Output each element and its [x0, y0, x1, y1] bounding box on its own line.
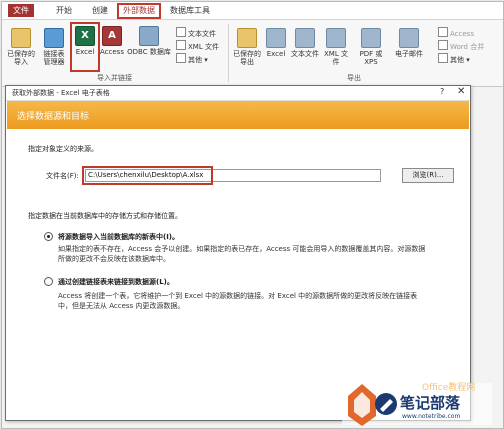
- watermark-url: www.notetribe.com: [402, 413, 461, 420]
- option2-desc-line1: Access 将创建一个表，它将维护一个到 Excel 中的源数据的链接。对 E…: [58, 292, 418, 300]
- option1-desc-line2: 所做的更改不会反映在该数据库中。: [58, 255, 170, 263]
- word-merge-label: Word 合并: [450, 43, 485, 51]
- close-button[interactable]: ✕: [457, 86, 465, 97]
- saved-export-button[interactable]: 已保存的 导出: [232, 28, 262, 66]
- link-manager-button[interactable]: 链接表 管理器: [39, 28, 69, 66]
- tab-start[interactable]: 开始: [52, 4, 76, 17]
- export-folder-icon: [237, 28, 257, 48]
- xml-icon: [176, 40, 186, 50]
- filename-label: 文件名(F):: [46, 172, 79, 180]
- tab-file[interactable]: 文件: [8, 4, 34, 17]
- text-file-button[interactable]: 文本文件: [176, 27, 216, 38]
- access-export-icon: [438, 27, 448, 37]
- option2-desc-line2: 中，但是无法从 Access 内更改源数据。: [58, 302, 185, 310]
- export-excel-label: Excel: [266, 50, 286, 58]
- source-label: 指定对象定义的来源。: [28, 145, 98, 153]
- excel-export-icon: [266, 28, 286, 48]
- ribbon-tab-bar: 文件 开始 创建 外部数据 数据库工具: [2, 2, 503, 20]
- access-label: Access: [100, 48, 124, 56]
- export-access-label: Access: [450, 30, 474, 38]
- more-import-button[interactable]: 其他 ▾: [176, 53, 208, 64]
- database-icon: [139, 26, 159, 46]
- word-merge-button[interactable]: Word 合并: [438, 40, 485, 51]
- export-text-button[interactable]: 文本文件: [289, 28, 321, 58]
- saved-export-label: 已保存的 导出: [233, 50, 261, 66]
- watermark-office: Office教程网: [422, 383, 476, 393]
- option1-desc-line1: 如果指定的表不存在，Access 会予以创建。如果指定的表已存在，Access …: [58, 245, 426, 253]
- export-xml-button[interactable]: XML 文件: [322, 28, 350, 66]
- email-icon: [399, 28, 419, 48]
- tab-database-tools[interactable]: 数据库工具: [166, 4, 214, 17]
- watermark-logo: 笔记部落 www.notetribe.com Office教程网: [342, 378, 502, 428]
- export-text-label: 文本文件: [291, 50, 319, 58]
- excel-label: Excel: [75, 48, 95, 56]
- browse-button[interactable]: 浏览(R)...: [402, 168, 454, 183]
- link-table-description: Access 将创建一个表，它将维护一个到 Excel 中的源数据的链接。对 E…: [58, 291, 468, 311]
- export-pdf-button[interactable]: PDF 或 XPS: [352, 28, 390, 66]
- xml-file-button[interactable]: XML 文件: [176, 40, 219, 51]
- link-table-radio[interactable]: [44, 277, 53, 286]
- import-new-table-title: 将源数据导入当前数据库的新表中(I)。: [58, 233, 180, 241]
- more-export-label: 其他: [450, 56, 464, 64]
- pdf-icon: [361, 28, 381, 48]
- more-export-icon: [438, 53, 448, 63]
- export-email-button[interactable]: 电子邮件: [392, 28, 426, 58]
- access-import-button[interactable]: A Access: [99, 26, 125, 56]
- more-icon: [176, 53, 186, 63]
- dialog-title-bar: 获取外部数据 - Excel 电子表格 ? ✕: [6, 86, 470, 101]
- export-email-label: 电子邮件: [395, 50, 423, 58]
- ribbon: 已保存的 导入 链接表 管理器 X Excel A Access ODBC 数据…: [2, 20, 503, 87]
- export-access-button[interactable]: Access: [438, 27, 474, 38]
- more-export-button[interactable]: 其他 ▾: [438, 53, 470, 64]
- export-pdf-label: PDF 或 XPS: [359, 50, 383, 66]
- import-new-table-radio[interactable]: [44, 232, 53, 241]
- link-manager-label: 链接表 管理器: [43, 50, 65, 66]
- dialog-header-title: 选择数据源和目标: [17, 112, 90, 122]
- tab-external-data[interactable]: 外部数据: [117, 3, 161, 19]
- dialog-header-banner: 选择数据源和目标: [7, 101, 469, 129]
- saved-import-button[interactable]: 已保存的 导入: [6, 28, 36, 66]
- link-table-icon: [44, 28, 64, 48]
- text-file-icon: [176, 27, 186, 37]
- get-external-data-dialog: 获取外部数据 - Excel 电子表格 ? ✕ 选择数据源和目标 指定对象定义的…: [5, 85, 471, 421]
- odbc-label: ODBC 数据库: [127, 48, 171, 56]
- word-icon: [438, 40, 448, 50]
- export-group-label: 导出: [347, 74, 361, 82]
- dialog-title: 获取外部数据 - Excel 电子表格: [12, 89, 110, 97]
- storage-label: 指定数据在当前数据库中的存储方式和存储位置。: [28, 212, 182, 220]
- excel-import-button[interactable]: X Excel: [72, 26, 98, 56]
- tab-create[interactable]: 创建: [88, 4, 112, 17]
- access-window: 文件 开始 创建 外部数据 数据库工具 已保存的 导入 链接表 管理器 X Ex…: [1, 1, 504, 429]
- filename-highlight: [82, 166, 213, 185]
- link-table-title: 通过创建链接表来链接到数据源(L)。: [58, 278, 174, 286]
- odbc-button[interactable]: ODBC 数据库: [126, 26, 172, 56]
- text-file-label: 文本文件: [188, 30, 216, 38]
- export-xml-label: XML 文件: [324, 50, 348, 66]
- import-new-table-description: 如果指定的表不存在，Access 会予以创建。如果指定的表已存在，Access …: [58, 244, 468, 264]
- excel-icon: X: [75, 26, 95, 46]
- saved-import-label: 已保存的 导入: [7, 50, 35, 66]
- import-group-label: 导入并链接: [97, 74, 132, 82]
- text-export-icon: [295, 28, 315, 48]
- export-excel-button[interactable]: Excel: [265, 28, 287, 58]
- group-separator: [228, 24, 229, 82]
- access-icon: A: [102, 26, 122, 46]
- xml-file-label: XML 文件: [188, 43, 219, 51]
- folder-icon: [11, 28, 31, 48]
- watermark-brand: 笔记部落: [400, 394, 461, 412]
- help-button[interactable]: ?: [440, 87, 444, 96]
- more-import-label: 其他: [188, 56, 202, 64]
- xml-export-icon: [326, 28, 346, 48]
